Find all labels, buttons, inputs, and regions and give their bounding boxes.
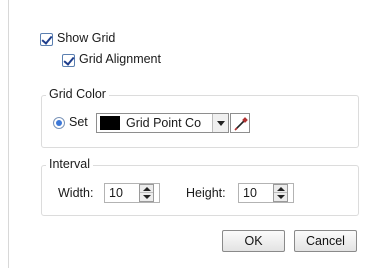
width-increment-icon[interactable] [140, 185, 153, 193]
left-divider [8, 0, 9, 268]
grid-color-title: Grid Color [46, 87, 109, 101]
width-decrement-icon[interactable] [140, 193, 153, 201]
height-decrement-icon[interactable] [274, 193, 287, 201]
eyedropper-icon [234, 117, 248, 131]
height-value[interactable]: 10 [243, 186, 257, 200]
color-swatch [100, 116, 120, 130]
color-picker-button[interactable] [230, 113, 250, 133]
interval-title: Interval [46, 157, 93, 171]
grid-settings-dialog: Show Grid Grid Alignment Grid Color Set … [0, 0, 381, 268]
height-spinner-buttons[interactable] [273, 184, 288, 202]
set-color-radio[interactable] [53, 117, 65, 129]
show-grid-checkbox[interactable] [40, 33, 53, 46]
height-increment-icon[interactable] [274, 185, 287, 193]
grid-alignment-checkbox[interactable] [62, 54, 75, 67]
grid-color-dropdown[interactable]: Grid Point Co [96, 113, 229, 133]
ok-button[interactable]: OK [222, 230, 285, 252]
show-grid-label[interactable]: Show Grid [57, 31, 115, 45]
set-color-label[interactable]: Set [69, 115, 88, 129]
grid-color-value: Grid Point Co [126, 116, 202, 130]
height-label: Height: [186, 186, 226, 200]
cancel-button[interactable]: Cancel [294, 230, 357, 252]
width-label: Width: [58, 186, 94, 200]
grid-alignment-label[interactable]: Grid Alignment [79, 52, 161, 66]
width-spinner-buttons[interactable] [139, 184, 154, 202]
width-value[interactable]: 10 [109, 186, 123, 200]
dropdown-arrow-icon[interactable] [212, 114, 228, 132]
